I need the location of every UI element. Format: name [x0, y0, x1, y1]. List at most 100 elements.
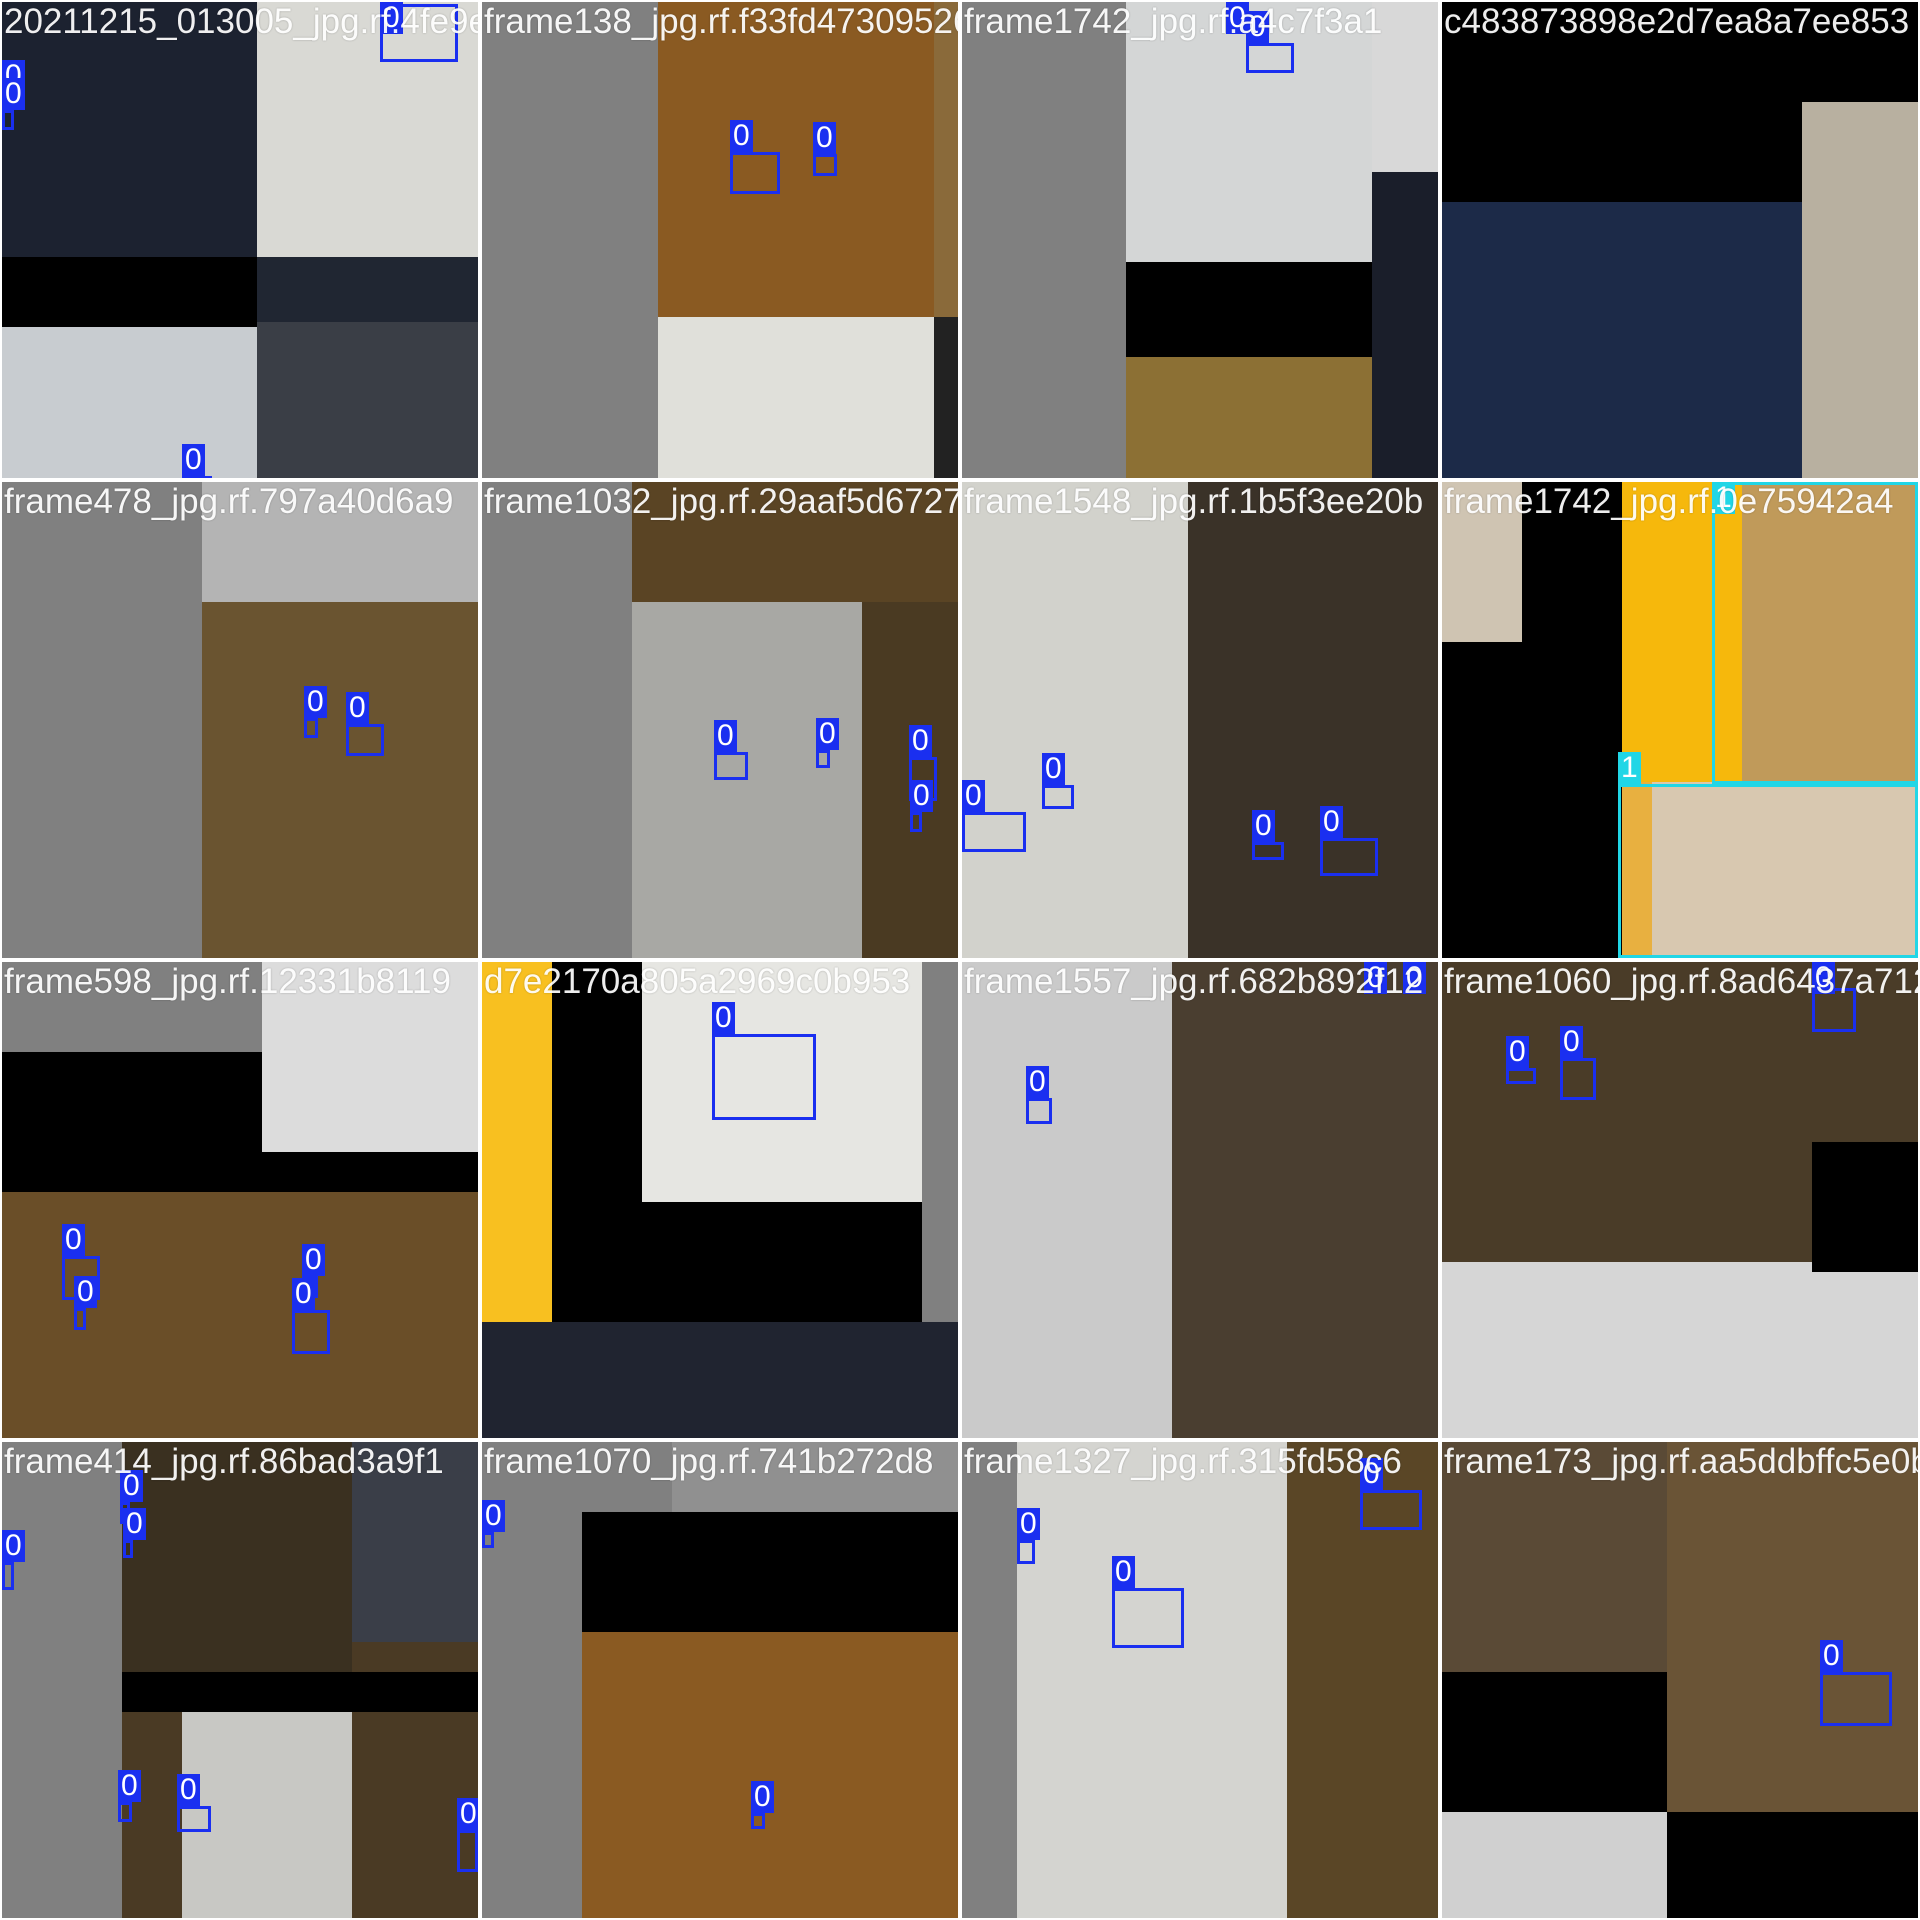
- image-region: [257, 322, 478, 478]
- mosaic-tile: 000020211215_013005_jpg.rf.4fe9e44587f0a…: [2, 2, 478, 478]
- image-region: [1172, 962, 1438, 1438]
- image-filename-label: frame1327_jpg.rf.315fd58c6: [964, 1442, 1402, 1481]
- image-region: [658, 317, 934, 478]
- detection-box: [1560, 1058, 1596, 1100]
- detection-class-label: 0: [751, 1781, 774, 1813]
- detection-box: [346, 724, 384, 756]
- mosaic-tile: 0 0 frame1742_jpg.rf.a4c7f3a1: [962, 2, 1438, 478]
- detection-class-label: 0: [482, 1500, 505, 1532]
- mosaic-tile: 0 0 frame1070_jpg.rf.741b272d8: [482, 1442, 958, 1918]
- detection-box: [910, 812, 922, 832]
- image-region: [482, 1322, 958, 1438]
- image-region: [1126, 262, 1372, 357]
- mosaic-tile: 0 0 frame138_jpg.rf.f33fd473095260b0: [482, 2, 958, 478]
- detection-class-label: 0: [123, 1508, 146, 1540]
- image-region: [1667, 1812, 1918, 1918]
- detection-class-label: 0: [1320, 806, 1343, 838]
- detection-class-label: 0: [177, 1774, 200, 1806]
- image-region: [1372, 172, 1438, 478]
- detection-box: [1712, 482, 1918, 784]
- detection-class-label: 0: [1026, 1066, 1049, 1098]
- detection-class-label: 0: [816, 718, 839, 750]
- detection-box: [813, 154, 837, 176]
- detection-box: [1360, 1490, 1422, 1530]
- image-region: [582, 1632, 958, 1918]
- detection-box: [74, 1308, 86, 1330]
- detection-class-label: 0: [118, 1770, 141, 1802]
- image-region: [1442, 1812, 1667, 1918]
- image-region: [1442, 1262, 1918, 1438]
- detection-box: [118, 1802, 132, 1822]
- mosaic-tile: 0 0 frame478_jpg.rf.797a40d6a9: [2, 482, 478, 958]
- detection-box: [2, 110, 14, 130]
- detection-box: [1026, 1098, 1052, 1124]
- detection-box: [816, 750, 830, 768]
- image-region: [2, 257, 257, 327]
- detection-class-label: 0: [1112, 1556, 1135, 1588]
- detection-box: [714, 752, 748, 780]
- mosaic-grid: 000020211215_013005_jpg.rf.4fe9e44587f0a…: [0, 0, 1920, 1920]
- image-filename-label: frame598_jpg.rf.12331b8119: [4, 962, 451, 1001]
- mosaic-tile: c483873898e2d7ea8a7ee853: [1442, 2, 1918, 478]
- mosaic-tile: 0 0 0 0 frame1032_jpg.rf.29aaf5d6727: [482, 482, 958, 958]
- detection-class-label: 0: [714, 720, 737, 752]
- detection-box: [123, 1540, 133, 1558]
- detection-class-label: 0: [909, 725, 932, 757]
- detection-class-label: 0: [910, 780, 933, 812]
- detection-class-label: 0: [302, 1244, 325, 1276]
- detection-box: [1320, 838, 1378, 876]
- detection-class-label: 0: [1560, 1026, 1583, 1058]
- detection-box: [1017, 1540, 1035, 1564]
- image-filename-label: frame173_jpg.rf.aa5ddbffc5e0b: [1444, 1442, 1918, 1481]
- detection-class-label: 0: [962, 780, 985, 812]
- detection-class-label: 0: [62, 1224, 85, 1256]
- detection-box: [1820, 1672, 1892, 1726]
- image-region: [2, 1152, 478, 1192]
- image-region: [202, 602, 478, 958]
- detection-class-label: 0: [1506, 1036, 1529, 1068]
- image-region: [1812, 1142, 1918, 1272]
- detection-box: [457, 1830, 478, 1872]
- image-filename-label: frame1548_jpg.rf.1b5f3ee20b: [964, 482, 1424, 521]
- image-filename-label: frame1060_jpg.rf.8ad6437a712: [1444, 962, 1918, 1001]
- image-region: [2, 1052, 262, 1152]
- mosaic-tile: 0 0 0 0 frame1548_jpg.rf.1b5f3ee20b: [962, 482, 1438, 958]
- detection-class-label: 0: [292, 1278, 315, 1310]
- image-region: [1188, 482, 1438, 958]
- image-filename-label: frame1557_jpg.rf.682b892f12: [964, 962, 1424, 1001]
- image-filename-label: 20211215_013005_jpg.rf.4fe9e44587f0aa3f3…: [4, 2, 478, 41]
- image-filename-label: frame478_jpg.rf.797a40d6a9: [4, 482, 454, 521]
- image-region: [1802, 102, 1918, 478]
- detection-class-label: 0: [2, 1530, 25, 1562]
- detection-box: [730, 152, 780, 194]
- detection-class-label: 0: [712, 1002, 735, 1034]
- image-filename-label: frame1742_jpg.rf.a4c7f3a1: [964, 2, 1383, 41]
- image-region: [1442, 1672, 1667, 1812]
- mosaic-tile: 1 1 frame1742_jpg.rf.0e75942a4: [1442, 482, 1918, 958]
- image-region: [2, 1442, 122, 1918]
- image-region: [2, 327, 257, 478]
- image-region: [1442, 202, 1802, 478]
- image-region: [122, 1672, 478, 1712]
- image-region: [1126, 357, 1372, 478]
- detection-box: [292, 1310, 330, 1354]
- image-filename-label: frame1742_jpg.rf.0e75942a4: [1444, 482, 1894, 521]
- image-region: [632, 602, 862, 958]
- mosaic-tile: 0 0 0 frame1557_jpg.rf.682b892f12: [962, 962, 1438, 1438]
- image-region: [922, 962, 958, 1322]
- mosaic-tile: 0 0 0 frame1060_jpg.rf.8ad6437a712: [1442, 962, 1918, 1438]
- image-region: [2, 482, 202, 958]
- detection-class-label: 0: [813, 122, 836, 154]
- detection-class-label: 0: [1252, 810, 1275, 842]
- image-region: [482, 482, 632, 958]
- detection-box: [1246, 43, 1294, 73]
- detection-box: [1042, 785, 1074, 809]
- detection-box: [1506, 1068, 1536, 1084]
- detection-box: [482, 1532, 494, 1548]
- detection-class-label: 0: [457, 1798, 478, 1830]
- detection-class-label: 0: [182, 444, 205, 476]
- detection-class-label: 0: [304, 686, 327, 718]
- image-region: [1667, 1442, 1918, 1812]
- image-filename-label: d7e2170a805a2969c0b953: [484, 962, 911, 1001]
- detection-box: [1252, 842, 1284, 860]
